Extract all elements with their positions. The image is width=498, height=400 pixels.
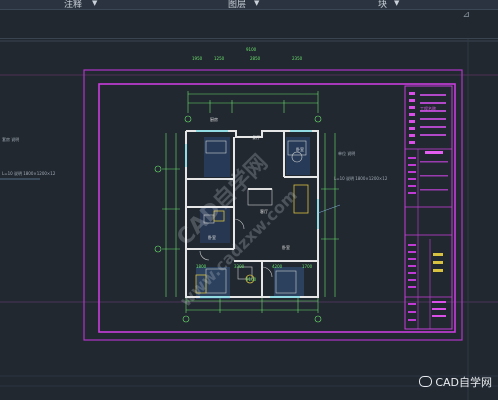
ribbon-bar: 注释 ▼ 图层 ▼ 块 ▼: [0, 0, 498, 10]
chevron-down-icon[interactable]: ▼: [92, 0, 97, 7]
overall-width-top: 9100: [246, 47, 257, 52]
pin-icon[interactable]: ⊿: [462, 10, 470, 20]
room-label-living: 客厅: [260, 209, 268, 214]
ribbon-panel-layers[interactable]: 图层: [228, 0, 246, 10]
chevron-down-icon[interactable]: ▼: [394, 0, 399, 7]
dim-top-3: 2850: [250, 56, 261, 61]
room-label-bedroom-2: 卧室: [208, 235, 216, 240]
ribbon-panel-block[interactable]: 块: [378, 0, 387, 10]
brand-tag: CAD自学网: [419, 374, 492, 390]
room-label-dining: 餐厅: [252, 135, 260, 140]
dim-top-1: 1950: [192, 56, 203, 61]
overall-width-bottom: 9100: [246, 277, 257, 282]
dim-bottom-2: 3300: [234, 264, 245, 269]
dim-bottom-4: 1700: [302, 264, 313, 269]
ribbon-panel-annotation[interactable]: 注释: [64, 0, 82, 10]
left-note-detail: L=10 说明 1800×1200×12: [2, 171, 56, 176]
left-note-title: 套房 说明: [2, 137, 20, 142]
dim-top-4: 2350: [292, 56, 303, 61]
dim-top-2: 1250: [214, 56, 225, 61]
room-label-kitchen: 厨房: [210, 117, 218, 122]
title-block: [404, 85, 453, 330]
brand-text: CAD自学网: [435, 376, 492, 389]
right-note-detail: L=10 说明 1800×1200×12: [334, 176, 388, 181]
floor-hatch: [196, 137, 310, 299]
drawing-canvas[interactable]: 9100 1950 1250 2850 2350 1800 3300 4200 …: [0, 39, 498, 400]
room-label-bedroom-1: 卧室: [296, 147, 304, 152]
dim-bottom-1: 1800: [196, 264, 207, 269]
wechat-icon: [419, 376, 433, 387]
dim-bottom-3: 4200: [272, 264, 283, 269]
cad-drawing: [0, 39, 498, 400]
right-note-title: 单位 说明: [338, 151, 356, 156]
room-label-bedroom-3: 卧室: [282, 245, 290, 250]
chevron-down-icon[interactable]: ▼: [254, 0, 259, 7]
title-block-heading: 工程名称: [420, 106, 436, 111]
viewport-strip: ⊿: [0, 10, 498, 39]
